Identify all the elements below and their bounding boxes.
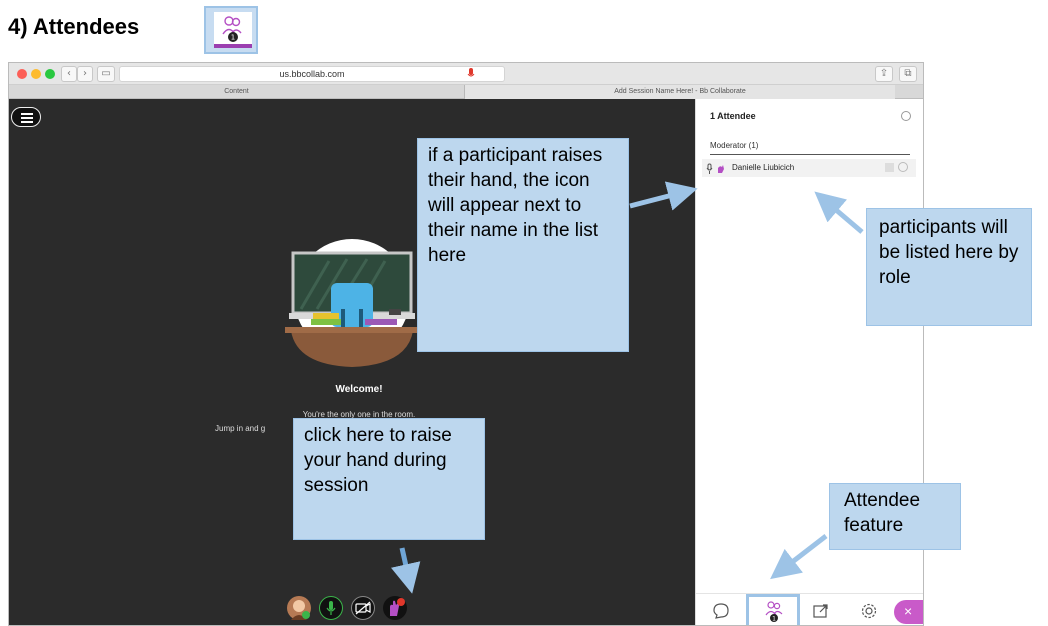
welcome-title: Welcome!: [335, 384, 383, 395]
camera-off-icon: [355, 601, 371, 615]
chat-icon[interactable]: [712, 602, 730, 620]
raise-hand-button[interactable]: [383, 596, 407, 620]
back-button[interactable]: ‹: [61, 66, 77, 82]
close-panel-button[interactable]: ×: [894, 600, 923, 624]
attendee-options-icon[interactable]: [898, 162, 908, 172]
attendees-tab-button[interactable]: 1: [746, 594, 800, 625]
panel-bottom-bar: 1 ×: [696, 593, 923, 625]
tab-bar: Content Add Session Name Here! - Bb Coll…: [9, 85, 923, 99]
settings-icon[interactable]: [860, 602, 878, 620]
close-icon: ×: [904, 603, 913, 619]
attendee-row[interactable]: Danielle Liubicich: [702, 159, 916, 177]
url-text: us.bbcollab.com: [279, 69, 345, 79]
attendees-tab-icon: 1: [765, 601, 783, 623]
hand-raise-icon: [390, 598, 405, 616]
panel-options-button[interactable]: [901, 111, 911, 121]
share-page-button[interactable]: ⇪: [875, 66, 893, 82]
welcome-message-2: Jump in and g: [215, 424, 266, 433]
maximize-window-button[interactable]: [45, 69, 55, 79]
tabs-overview-button[interactable]: ⧉: [899, 66, 917, 82]
tab-content[interactable]: Content: [9, 85, 465, 99]
attendee-name: Danielle Liubicich: [732, 163, 795, 172]
session-menu-button[interactable]: [11, 107, 41, 127]
forward-button[interactable]: ›: [77, 66, 93, 82]
attendee-status-icons: [706, 163, 724, 174]
callout-role: participants will be listed here by role: [866, 208, 1032, 326]
tab-session[interactable]: Add Session Name Here! - Bb Collaborate: [465, 85, 895, 99]
page-heading: 4) Attendees: [8, 14, 140, 39]
panel-title: 1 Attendee: [710, 111, 756, 121]
role-section-heading: Moderator (1): [710, 141, 910, 155]
mic-indicator-icon: [467, 68, 475, 77]
media-toolbar: [287, 596, 417, 624]
sidebar-toggle-button[interactable]: ▭: [97, 66, 115, 82]
callout-hand-raise: if a participant raises their hand, the …: [417, 138, 629, 352]
attendees-icon: 1: [214, 12, 252, 48]
minimize-window-button[interactable]: [31, 69, 41, 79]
svg-text:1: 1: [772, 616, 776, 623]
callout-attendee-feature: Attendee feature: [829, 483, 961, 550]
close-window-button[interactable]: [17, 69, 27, 79]
mic-icon: [326, 601, 336, 615]
browser-titlebar: ‹ › ▭ us.bbcollab.com ⇪ ⧉: [9, 63, 923, 85]
mic-button[interactable]: [319, 596, 343, 620]
svg-text:1: 1: [231, 34, 235, 42]
camera-button[interactable]: [351, 596, 375, 620]
classroom-illustration: [285, 239, 419, 367]
attendees-feature-image: 1: [204, 6, 258, 54]
share-icon[interactable]: [812, 602, 830, 620]
attendee-menu-icon[interactable]: [885, 163, 894, 172]
profile-avatar[interactable]: [287, 596, 311, 620]
address-bar[interactable]: us.bbcollab.com: [119, 66, 505, 82]
callout-raise-hand: click here to raise your hand during ses…: [293, 418, 485, 540]
